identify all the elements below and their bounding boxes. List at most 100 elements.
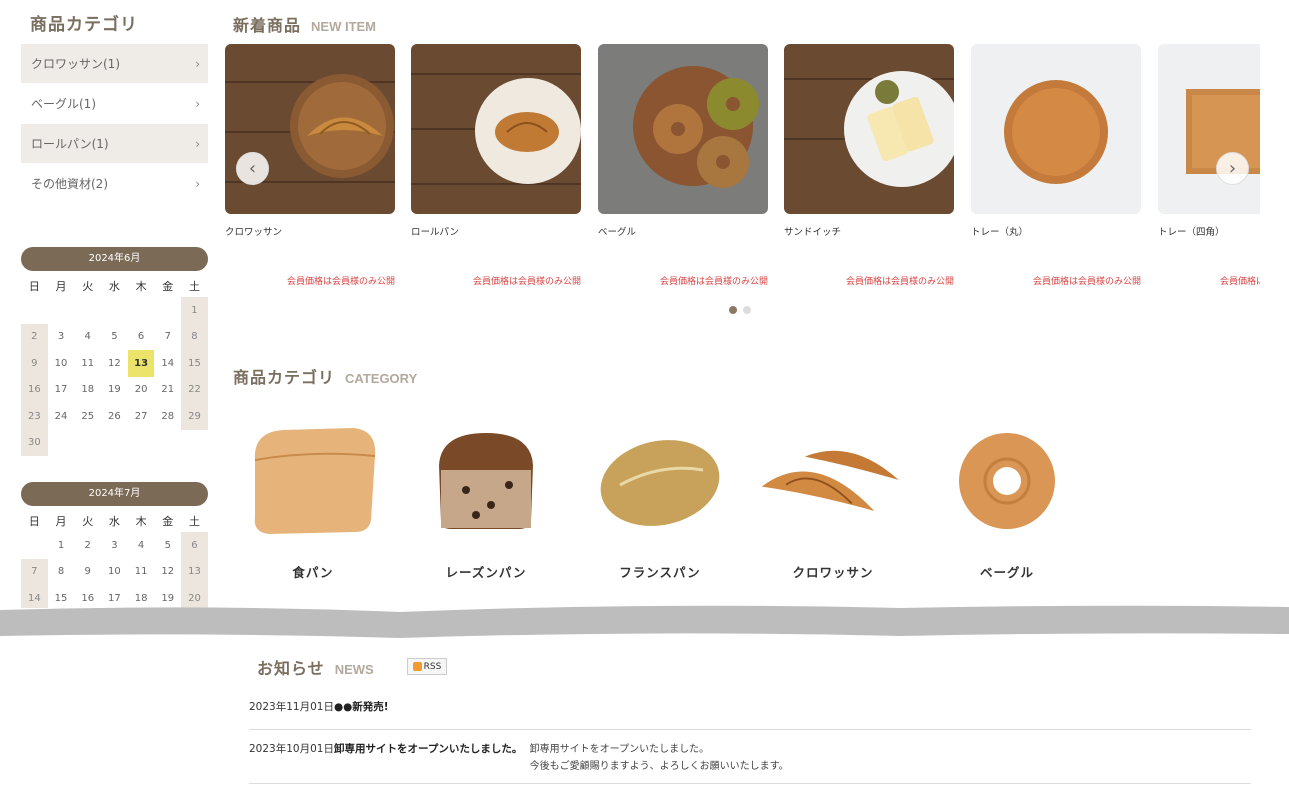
new-items-subtitle: NEW ITEM: [311, 19, 377, 34]
calendar-day[interactable]: 16: [21, 376, 48, 403]
category-card-bagel[interactable]: ベーグル: [932, 420, 1082, 581]
calendar-day[interactable]: 6: [181, 532, 208, 559]
calendar-day[interactable]: 18: [74, 377, 101, 404]
pagination-dot[interactable]: [743, 306, 751, 314]
calendar-day[interactable]: 13: [127, 350, 155, 377]
calendar-day[interactable]: 7: [154, 324, 181, 351]
calendar-day[interactable]: 1: [48, 532, 75, 559]
calendar-day[interactable]: 23: [21, 403, 48, 430]
category-label[interactable]: レーズンパン: [411, 562, 561, 581]
calendar-day[interactable]: 1: [181, 297, 208, 324]
calendar-day[interactable]: 14: [154, 350, 181, 377]
product-name[interactable]: クロワッサン: [225, 224, 395, 238]
pagination-dot[interactable]: [729, 306, 737, 314]
calendar-day[interactable]: 13: [181, 558, 208, 585]
calendar-day[interactable]: 8: [48, 559, 75, 586]
calendar-day[interactable]: 24: [48, 403, 75, 430]
product-image[interactable]: [225, 44, 395, 214]
sidebar-item-roll[interactable]: ロールパン(1) ›: [21, 124, 208, 164]
calendar-day[interactable]: 3: [48, 324, 75, 351]
category-image[interactable]: [238, 420, 388, 540]
sidebar-item-bagel[interactable]: ベーグル(1) ›: [21, 84, 208, 124]
product-image[interactable]: [971, 44, 1141, 214]
category-image[interactable]: [585, 420, 735, 540]
calendar-day[interactable]: 25: [74, 403, 101, 430]
calendar-day[interactable]: 2: [74, 532, 101, 559]
product-name[interactable]: トレー（丸）: [971, 224, 1141, 238]
calendar-day[interactable]: 9: [21, 350, 48, 377]
calendar-day[interactable]: 4: [74, 324, 101, 351]
calendar-day[interactable]: 27: [128, 403, 155, 430]
category-card-croissant[interactable]: クロワッサン: [758, 420, 908, 581]
calendar-grid: 日月火水木金土 1 2 3 4 5 6 7 8 9 10 11 12 13 14 15 16 17 18 19 20 21…: [21, 275, 208, 456]
calendar-day[interactable]: 12: [101, 350, 128, 377]
calendar-day[interactable]: 30: [21, 429, 48, 456]
calendar-day[interactable]: 29: [181, 403, 208, 430]
sidebar-item-croissant[interactable]: クロワッサン(1) ›: [21, 44, 208, 84]
calendar-day[interactable]: 7: [21, 558, 48, 585]
rss-label: RSS: [423, 661, 442, 672]
category-image[interactable]: [932, 420, 1082, 540]
calendar-day[interactable]: 20: [128, 377, 155, 404]
product-image[interactable]: [784, 44, 954, 214]
category-image[interactable]: [758, 420, 908, 540]
sidebar-item-label: その他資材(2): [31, 177, 108, 191]
news-body-line: 卸専用サイトをオープンいたしました。: [529, 744, 710, 755]
product-image[interactable]: [598, 44, 768, 214]
calendar-day[interactable]: 21: [154, 377, 181, 404]
product-name[interactable]: ベーグル: [598, 224, 768, 238]
calendar-weekday: 土: [188, 280, 200, 293]
category-label[interactable]: ベーグル: [932, 562, 1082, 581]
category-label[interactable]: 食パン: [238, 562, 388, 581]
news-title-link[interactable]: ●●新発売!: [334, 701, 389, 713]
category-card-shokupan[interactable]: 食パン: [238, 420, 388, 581]
calendar-day[interactable]: 26: [101, 403, 128, 430]
calendar-day[interactable]: 22: [181, 376, 208, 403]
member-price-note: 会員価格は会員様のみ公開: [845, 277, 954, 287]
product-name[interactable]: ロールパン: [411, 224, 581, 238]
calendar-day[interactable]: 9: [74, 559, 101, 586]
calendar-day[interactable]: 8: [181, 323, 208, 350]
calendar-day[interactable]: 3: [101, 532, 128, 559]
calendar-day[interactable]: 11: [128, 559, 155, 586]
calendar-day[interactable]: 11: [74, 350, 101, 377]
slider-next-button[interactable]: ›: [1216, 152, 1249, 185]
product-card[interactable]: トレー（丸） 会員価格は会員様のみ公開: [971, 44, 1141, 287]
category-label[interactable]: クロワッサン: [758, 562, 908, 581]
member-price-note: 会員価格は会員様のみ公開: [1032, 277, 1141, 287]
calendar-day[interactable]: 6: [128, 324, 155, 351]
product-card[interactable]: ベーグル 会員価格は会員様のみ公開: [598, 44, 768, 287]
category-label[interactable]: フランスパン: [585, 562, 735, 581]
rss-button[interactable]: RSS: [407, 658, 447, 675]
calendar-day[interactable]: 15: [181, 350, 208, 377]
product-name[interactable]: トレー（四角）: [1158, 224, 1260, 238]
slider-prev-button[interactable]: ‹: [236, 152, 269, 185]
category-card-france[interactable]: フランスパン: [585, 420, 735, 581]
calendar-day[interactable]: 28: [154, 403, 181, 430]
news-item[interactable]: 2023年11月01日●●新発売!: [249, 699, 1251, 730]
calendar-day[interactable]: 19: [101, 377, 128, 404]
product-image[interactable]: [1158, 44, 1260, 214]
category-image[interactable]: [411, 420, 561, 540]
torn-divider: [0, 605, 1289, 638]
sidebar-item-label: ベーグル(1): [31, 97, 96, 111]
news-title-link[interactable]: 卸専用サイトをオープンいたしました。: [334, 743, 522, 755]
calendar-day[interactable]: 5: [101, 324, 128, 351]
calendar-day[interactable]: 12: [154, 559, 181, 586]
product-card[interactable]: ロールパン 会員価格は会員様のみ公開: [411, 44, 581, 287]
calendar-day[interactable]: 10: [101, 559, 128, 586]
product-card[interactable]: サンドイッチ 会員価格は会員様のみ公開: [784, 44, 954, 287]
sidebar-item-other[interactable]: その他資材(2) ›: [21, 164, 208, 204]
calendar-day[interactable]: 17: [48, 377, 75, 404]
product-name[interactable]: サンドイッチ: [784, 224, 954, 238]
category-title: 商品カテゴリ: [233, 368, 336, 387]
product-image[interactable]: [411, 44, 581, 214]
news-item[interactable]: 2023年10月01日卸専用サイトをオープンいたしました。 卸専用サイトをオープ…: [249, 741, 1251, 784]
category-card-raisin[interactable]: レーズンパン: [411, 420, 561, 581]
new-items-title: 新着商品: [233, 16, 302, 35]
calendar-day[interactable]: 5: [154, 532, 181, 559]
calendar-weekday: 火: [82, 515, 94, 528]
calendar-day[interactable]: 4: [128, 532, 155, 559]
calendar-day[interactable]: 2: [21, 323, 48, 350]
calendar-day[interactable]: 10: [48, 350, 75, 377]
